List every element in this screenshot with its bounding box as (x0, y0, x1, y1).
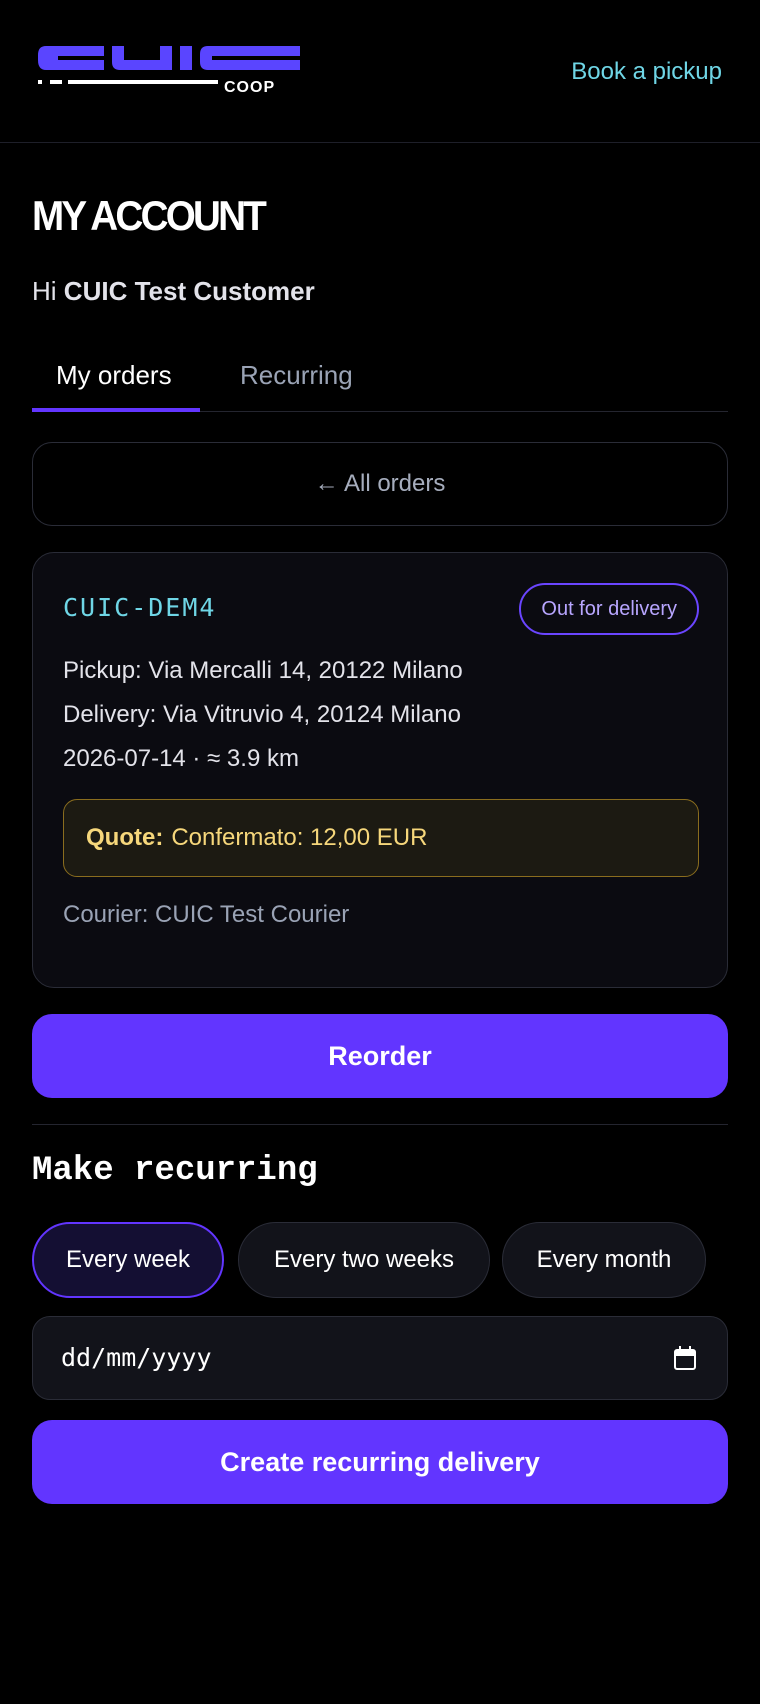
greeting-prefix: Hi (32, 276, 57, 306)
frequency-option-every-month[interactable]: Every month (502, 1222, 706, 1298)
quote-label: Quote: (86, 824, 164, 851)
start-date-field[interactable]: dd/mm/yyyy (32, 1316, 728, 1400)
status-badge: Out for delivery (519, 583, 699, 635)
quote-box: Quote: Confermato: 12,00 EUR (63, 799, 699, 877)
pickup-address: Pickup: Via Mercalli 14, 20122 Milano (63, 657, 463, 684)
date-distance: 2026-07-14 · ≈ 3.9 km (63, 745, 299, 772)
account-tabs: My orders Recurring (32, 350, 728, 412)
delivery-address: Delivery: Via Vitruvio 4, 20124 Milano (63, 701, 461, 728)
reorder-button[interactable]: Reorder (32, 1014, 728, 1098)
page-title: MY ACCOUNT (32, 192, 267, 239)
recurring-section-title: Make recurring (32, 1152, 318, 1190)
active-tab-indicator (32, 408, 200, 412)
create-recurring-button[interactable]: Create recurring delivery (32, 1420, 728, 1504)
frequency-option-every-week[interactable]: Every week (32, 1222, 224, 1298)
greeting: Hi CUIC Test Customer (32, 276, 315, 307)
cuic-coop-logo[interactable]: COOP (38, 40, 328, 102)
tab-recurring[interactable]: Recurring (240, 360, 353, 391)
book-pickup-link[interactable]: Book a pickup (571, 58, 722, 86)
calendar-icon[interactable] (673, 1345, 697, 1371)
tab-my-orders[interactable]: My orders (56, 360, 172, 391)
quote-value: Confermato: 12,00 EUR (171, 824, 428, 851)
frequency-option-every-two-weeks[interactable]: Every two weeks (238, 1222, 490, 1298)
all-orders-button[interactable]: ← All orders (32, 442, 728, 526)
date-placeholder: dd/mm/yyyy (61, 1343, 212, 1372)
section-divider (32, 1124, 728, 1125)
order-id: CUIC-DEM4 (63, 593, 217, 622)
order-card: CUIC-DEM4 Out for delivery Pickup: Via M… (32, 552, 728, 988)
top-bar: COOP Book a pickup (0, 0, 760, 143)
courier-name: Courier: CUIC Test Courier (63, 901, 350, 928)
customer-name: CUIC Test Customer (63, 276, 315, 306)
logo-subtext: COOP (224, 79, 275, 96)
